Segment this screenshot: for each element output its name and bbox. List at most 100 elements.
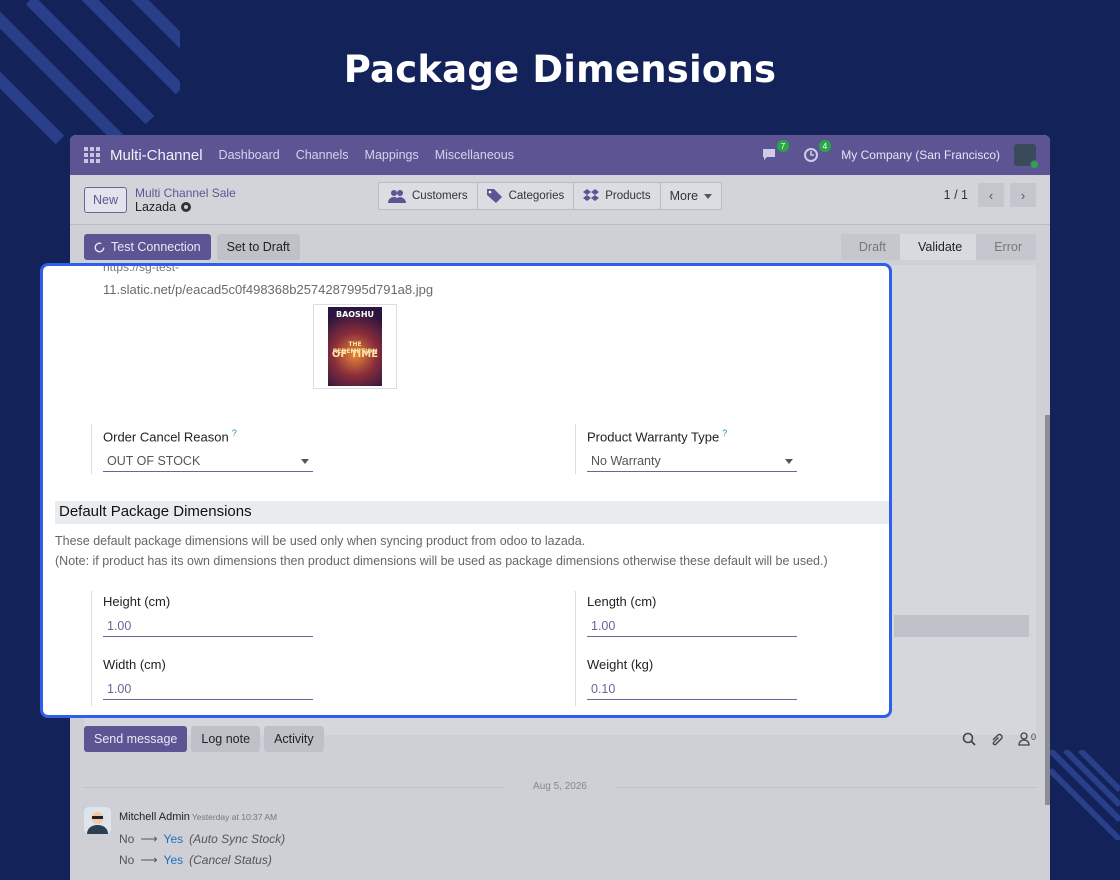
book-title-big: OF TIME: [331, 349, 379, 360]
new-button[interactable]: New: [84, 186, 128, 213]
paperclip-icon[interactable]: [990, 732, 1004, 746]
caret-down-icon: [704, 193, 713, 199]
length-input[interactable]: 1.00: [587, 613, 797, 637]
height-input[interactable]: 1.00: [103, 613, 313, 637]
width-label: Width (cm): [103, 657, 166, 672]
product-warranty-type-select[interactable]: No Warranty: [587, 448, 797, 473]
help-text: These default package dimensions will be…: [55, 534, 586, 548]
divider: [575, 591, 576, 706]
customers-label: Customers: [412, 190, 468, 202]
order-cancel-reason-value: OUT OF STOCK: [107, 454, 201, 469]
smart-buttons: Customers Categories Products More: [378, 182, 723, 210]
new-value: Yes: [163, 832, 184, 846]
caret-down-icon: [785, 458, 793, 464]
online-status-icon: [1030, 160, 1039, 169]
next-record-button[interactable]: ›: [1010, 183, 1036, 207]
weight-label: Weight (kg): [587, 657, 654, 672]
arrow-right-icon: ⟶: [140, 832, 158, 846]
chevron-left-icon: ‹: [988, 187, 994, 203]
menu-channels[interactable]: Channels: [296, 148, 349, 162]
help-note: (Note: if product has its own dimensions…: [55, 554, 828, 568]
more-button[interactable]: More: [661, 183, 721, 209]
help-tooltip-icon[interactable]: ?: [232, 428, 237, 438]
image-url: 11.slatic.net/p/eacad5c0f498368b25742879…: [103, 282, 434, 297]
divider: [91, 591, 92, 706]
divider: [91, 424, 92, 474]
date-separator: Aug 5, 2026: [84, 781, 1036, 792]
activity-badge: 4: [818, 140, 832, 152]
page-heading: Package Dimensions: [343, 48, 777, 91]
messages-badge: 7: [776, 140, 790, 152]
decorative-stripes: [1050, 750, 1120, 840]
products-smart-button[interactable]: Products: [574, 183, 661, 209]
status-error[interactable]: Error: [976, 234, 1036, 260]
product-image[interactable]: BAOSHU THE REDEMPTION OF TIME: [313, 304, 397, 389]
gear-icon[interactable]: [181, 201, 192, 212]
activity-clock-icon[interactable]: 4: [803, 140, 832, 163]
divider: [575, 424, 576, 474]
previous-record-button[interactable]: ‹: [978, 183, 1004, 207]
navbar: Multi-Channel Dashboard Channels Mapping…: [70, 135, 1050, 175]
categories-smart-button[interactable]: Categories: [478, 183, 575, 209]
company-switcher[interactable]: My Company (San Francisco): [841, 148, 1000, 162]
field-name: (Cancel Status): [189, 853, 272, 867]
activity-button[interactable]: Activity: [264, 726, 324, 752]
breadcrumb-parent[interactable]: Multi Channel Sale: [135, 186, 236, 200]
caret-down-icon: [301, 458, 309, 464]
weight-input[interactable]: 0.10: [587, 676, 797, 700]
highlight-panel: https://sg-test- 11.slatic.net/p/eacad5c…: [40, 263, 892, 718]
tracking-value: No ⟶ Yes (Cancel Status): [119, 853, 285, 867]
customers-smart-button[interactable]: Customers: [379, 183, 478, 209]
message: Mitchell Admin Yesterday at 10:37 AM No ⟶…: [84, 807, 285, 867]
book-cover-image: BAOSHU THE REDEMPTION OF TIME: [328, 307, 382, 386]
section-title: Default Package Dimensions: [55, 501, 889, 524]
breadcrumb: Multi Channel Sale Lazada: [135, 186, 236, 214]
tracking-value: No ⟶ Yes (Auto Sync Stock): [119, 832, 285, 846]
log-note-button[interactable]: Log note: [191, 726, 261, 752]
order-cancel-reason-select[interactable]: OUT OF STOCK: [103, 448, 313, 473]
help-tooltip-icon[interactable]: ?: [722, 428, 727, 438]
author-avatar[interactable]: [84, 807, 111, 834]
chevron-right-icon: ›: [1020, 187, 1026, 203]
set-to-draft-button[interactable]: Set to Draft: [216, 234, 300, 260]
pager: 1 / 1 ‹ ›: [944, 183, 1036, 207]
test-connection-label: Test Connection: [111, 240, 201, 254]
book-author: BAOSHU: [335, 310, 375, 319]
status-bar: Draft Validate Error: [840, 234, 1036, 260]
test-connection-button[interactable]: Test Connection: [84, 234, 211, 260]
scrollbar[interactable]: [1045, 415, 1050, 805]
user-avatar[interactable]: [1014, 144, 1039, 169]
categories-label: Categories: [508, 190, 565, 202]
send-message-button[interactable]: Send message: [84, 726, 188, 752]
dropbox-icon: [583, 189, 600, 201]
width-input[interactable]: 1.00: [103, 676, 313, 700]
menu-mappings[interactable]: Mappings: [365, 148, 419, 162]
status-validate[interactable]: Validate: [899, 234, 977, 260]
length-field: Length (cm) 1.00: [587, 594, 797, 637]
product-warranty-type-label: Product Warranty Type: [587, 429, 720, 445]
order-cancel-reason-label: Order Cancel Reason: [103, 429, 229, 445]
height-label: Height (cm): [103, 594, 171, 609]
weight-field: Weight (kg) 0.10: [587, 657, 797, 700]
old-value: No: [119, 832, 135, 846]
arrow-right-icon: ⟶: [140, 853, 158, 867]
field-name: (Auto Sync Stock): [189, 832, 286, 846]
user-icon: [1018, 732, 1030, 746]
app-brand[interactable]: Multi-Channel: [110, 147, 203, 164]
product-warranty-type-value: No Warranty: [591, 454, 661, 469]
menu-dashboard[interactable]: Dashboard: [219, 148, 280, 162]
tags-icon: [486, 189, 502, 203]
more-label: More: [669, 189, 699, 203]
section-band: [894, 615, 1029, 637]
message-time: Yesterday at 10:37 AM: [191, 812, 278, 822]
pager-value[interactable]: 1 / 1: [944, 188, 968, 202]
followers-button[interactable]: 0: [1018, 732, 1036, 746]
status-draft[interactable]: Draft: [840, 234, 900, 260]
search-icon[interactable]: [962, 732, 976, 746]
height-field: Height (cm) 1.00: [103, 594, 313, 637]
menu-miscellaneous[interactable]: Miscellaneous: [435, 148, 514, 162]
messages-icon[interactable]: 7: [761, 140, 790, 163]
message-author[interactable]: Mitchell Admin: [119, 811, 190, 823]
apps-menu-icon[interactable]: [84, 147, 100, 163]
breadcrumb-current: Lazada: [135, 199, 177, 214]
